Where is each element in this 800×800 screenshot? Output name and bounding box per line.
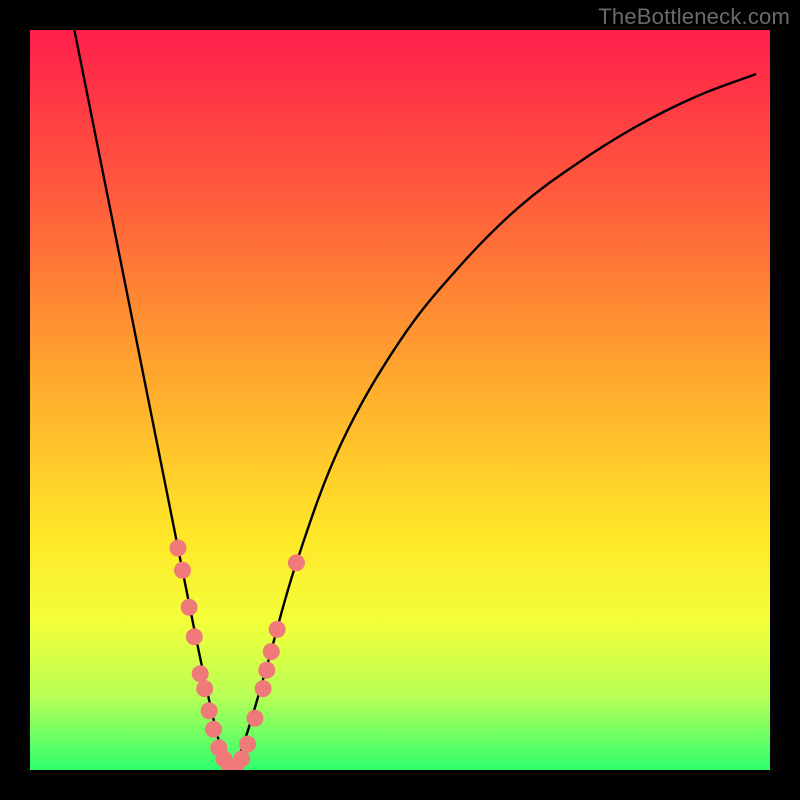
data-marker [239,736,256,753]
markers-layer [170,540,305,771]
data-marker [192,665,209,682]
bottleneck-curve [74,30,755,770]
chart-frame: TheBottleneck.com [0,0,800,800]
data-marker [170,540,187,557]
data-marker [186,628,203,645]
data-marker [201,702,218,719]
plot-area [30,30,770,770]
data-marker [205,721,222,738]
data-marker [263,643,280,660]
data-marker [233,750,250,767]
data-marker [255,680,272,697]
data-marker [181,599,198,616]
data-marker [174,562,191,579]
data-marker [196,680,213,697]
data-marker [288,554,305,571]
curve-layer [74,30,755,770]
data-marker [269,621,286,638]
watermark-text: TheBottleneck.com [598,4,790,30]
chart-svg [30,30,770,770]
data-marker [258,662,275,679]
data-marker [246,710,263,727]
